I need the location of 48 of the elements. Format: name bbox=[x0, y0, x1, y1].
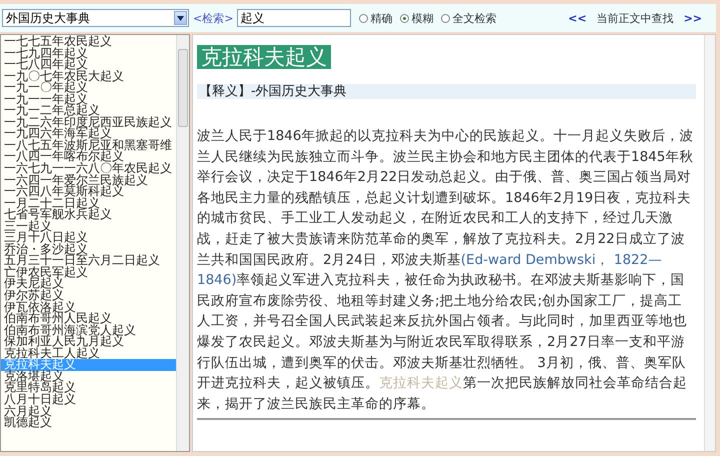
next-match-button[interactable]: >> bbox=[684, 12, 702, 24]
entry-list-item[interactable]: 八月十日起义 bbox=[1, 394, 176, 406]
source-heading: 【释义】-外国历史大事典 bbox=[197, 84, 696, 99]
entry-list-item[interactable]: 凯德起义 bbox=[1, 417, 176, 429]
entry-list-item[interactable]: 亡伊农民军起义 bbox=[1, 266, 176, 278]
entry-list-item[interactable]: 克拉科夫工人起义 bbox=[1, 348, 176, 360]
entry-list-item[interactable]: 克洛堪起义 bbox=[1, 370, 176, 382]
entry-list-item[interactable]: 一九一二年总起义 bbox=[1, 105, 176, 117]
entry-list-item[interactable]: 一七七五年农民起义 bbox=[1, 36, 176, 48]
entry-list-item[interactable]: 一八七五年波斯尼亚和黑塞哥维 bbox=[1, 140, 176, 152]
entry-list-item[interactable]: 伊夫尼起义 bbox=[1, 278, 176, 290]
search-field[interactable]: 起义 bbox=[237, 9, 352, 27]
entry-list-item[interactable]: 克里特岛起义 bbox=[1, 382, 176, 394]
entry-list-item[interactable]: 伯南布哥州人民起义 bbox=[1, 313, 176, 325]
entry-list-item[interactable]: 一六七九一一六八〇年农民起义 bbox=[1, 163, 176, 175]
entry-list-item[interactable]: 一月二十二日起义 bbox=[1, 198, 176, 210]
search-label: <检索> bbox=[193, 10, 234, 26]
entry-list-item[interactable]: 伯南布哥州海滨党人起义 bbox=[1, 324, 176, 336]
entry-list-item[interactable]: 五月三十一日至六月二日起义 bbox=[1, 255, 176, 267]
search-mode-radio[interactable]: 精确 bbox=[359, 10, 392, 26]
entry-list-item[interactable]: 一九四六年海军起义 bbox=[1, 128, 176, 140]
entry-list-item[interactable]: 六月起义 bbox=[1, 406, 176, 418]
entry-list-item[interactable]: 保加利亚人民九月起义 bbox=[1, 336, 176, 348]
dictionary-dropdown[interactable]: 外国历史大事典 bbox=[2, 9, 189, 27]
article-text: 波兰人民于1846年掀起的以克拉科夫为中心的民族起义。十一月起义失败后，波兰人民继续为民族独立而斗争。波兰民主协会和地方民主团体的代表于1845年秋举行会议，决定于1846年2月22日发动总起义。由于俄、普、奥三国占领当局对各地民主力量的残酷镇压，总起义计划遭到破坏。1846年2月19日夜，克拉科夫的城市贫民、手工业工人发动起义，在附近农民和工人的支持下，经过几天激战，赶走了被大贵族请来防范革命的奥军，解放了克拉科夫。2月22日成立了波兰共和国国民政府。2月24日，邓波夫斯基(Ed-ward Dembwski， 1822—1846)率领起义军进入克拉科夫，被任命为执政秘书。在邓波夫斯基影响下，国民政府宣布废除劳役、地租等封建义务;把土地分给农民;创办国家工厂，提高工人工资，并号召全国人民武装起来反抗外国占领者。与此同时，加里西亚等地也爆发了农民起义。邓波夫斯基为与附近农民军取得联系，2月27日率一支和平游行队伍出城，遭到奥军的伏击。邓波夫斯基壮烈牺牲。 3月初，俄、普、奥军队开进克拉科夫，起义被镇压。克拉科夫起义第一次把民族解放同社会革命结合起来，揭开了波兰民族民主革命的序幕。 bbox=[197, 127, 694, 414]
previous-match-button[interactable]: << bbox=[568, 12, 587, 24]
entry-list[interactable] bbox=[0, 34, 190, 452]
entry-list-item[interactable]: 三月十八日起义 bbox=[1, 232, 176, 244]
entry-list-item[interactable]: 三一起义 bbox=[1, 220, 176, 232]
entry-list-item[interactable]: 一九〇七年农民大起义 bbox=[1, 70, 176, 82]
search-mode-radio[interactable]: 全文检索 bbox=[441, 10, 496, 26]
entry-list-item[interactable]: 一七八四年起义 bbox=[1, 59, 176, 71]
entry-list-item[interactable]: 七省号军舰水兵起义 bbox=[1, 209, 176, 221]
entry-list-item[interactable]: 一九一一年起义 bbox=[1, 94, 176, 106]
entry-list-item[interactable]: 一六四八年莫斯科起义 bbox=[1, 186, 176, 198]
article-title: 克拉科夫起义 bbox=[197, 45, 331, 69]
scrollbar[interactable] bbox=[176, 35, 189, 451]
entry-list-item[interactable]: 伊瓦依洛起义 bbox=[1, 302, 176, 314]
entry-list-item[interactable]: 一九二六年印度尼西亚民族起义 bbox=[1, 116, 176, 128]
search-mode-radio[interactable]: 模糊 bbox=[400, 10, 434, 26]
scrollbar[interactable] bbox=[704, 35, 715, 451]
entry-list-item[interactable]: 一六四一年爱尔兰民族起义 bbox=[1, 174, 176, 186]
entry-list-item[interactable]: 一七九四年起义 bbox=[1, 48, 176, 60]
find-in-text-label: 当前正文中查找 bbox=[596, 10, 674, 26]
entry-list-item[interactable]: 伊尔苏起义 bbox=[1, 290, 176, 302]
entry-list-item[interactable]: 乔治・多沙起义 bbox=[1, 244, 176, 256]
entry-list-item[interactable]: 一九一〇年起义 bbox=[1, 82, 176, 94]
entry-list-item[interactable]: 一八四一年喀布尔起义 bbox=[1, 151, 176, 164]
